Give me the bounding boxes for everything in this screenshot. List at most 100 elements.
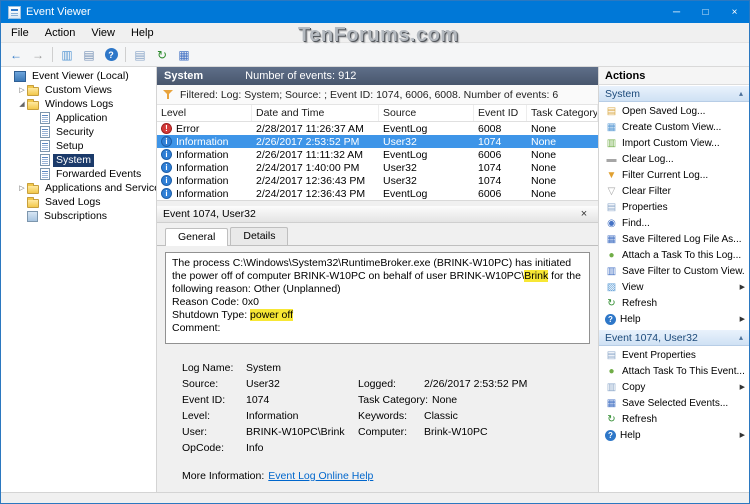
tree-item-label: Application <box>56 111 108 124</box>
tree-item-system[interactable]: System <box>1 153 156 167</box>
action-filter-current-log[interactable]: ▼ Filter Current Log... <box>599 167 749 183</box>
help-icon[interactable]: ? <box>100 45 122 65</box>
menu-file[interactable]: File <box>3 25 37 41</box>
actions-section-header-system[interactable]: System ▴ <box>599 85 749 102</box>
action-clear-log[interactable]: ▬ Clear Log... <box>599 151 749 167</box>
action-save-filtered-log-file-as[interactable]: ▦ Save Filtered Log File As... <box>599 231 749 247</box>
column-header-task-category[interactable]: Task Category <box>527 105 598 121</box>
action-copy[interactable]: ▥ Copy ▶ <box>599 379 749 395</box>
window-title: Event Viewer <box>26 6 91 18</box>
close-button[interactable]: × <box>720 1 749 23</box>
refresh-icon: ↻ <box>607 413 616 425</box>
action-refresh[interactable]: ↻ Refresh <box>599 411 749 427</box>
clear-filter-icon: ▽ <box>607 185 616 197</box>
tree-item-event-viewer-local[interactable]: Event Viewer (Local) <box>1 69 156 83</box>
action-find[interactable]: ◉ Find... <box>599 215 749 231</box>
tree-expander-icon[interactable]: ▷ <box>17 184 27 192</box>
action-attach-a-task-to-this-log[interactable]: ● Attach a Task To this Log... <box>599 247 749 263</box>
tree-item-security[interactable]: Security <box>1 125 156 139</box>
refresh-icon[interactable]: ↻ <box>151 45 173 65</box>
status-bar <box>1 492 749 503</box>
tree-item-custom-views[interactable]: ▷ Custom Views <box>1 83 156 97</box>
tree-item-subscriptions[interactable]: Subscriptions <box>1 209 156 223</box>
action-event-properties[interactable]: ▤ Event Properties <box>599 347 749 363</box>
column-header-date-and-time[interactable]: Date and Time <box>252 105 379 121</box>
log-icon <box>40 112 50 124</box>
collapse-icon[interactable]: ▴ <box>739 333 743 342</box>
action-create-custom-view[interactable]: ▦ Create Custom View... <box>599 119 749 135</box>
search-highlight: Brink <box>524 270 549 282</box>
field-label: Level: <box>182 410 211 422</box>
tree-item-saved-logs[interactable]: Saved Logs <box>1 195 156 209</box>
event-row[interactable]: i Information 2/26/2017 11:11:32 AM EventLo… <box>157 148 598 161</box>
forward-icon[interactable]: → <box>27 45 49 65</box>
tab-general[interactable]: General <box>165 228 229 246</box>
preview-pane: Event 1074, User32 × General Details The … <box>157 206 598 492</box>
event-row[interactable]: i Information 2/24/2017 12:36:43 PM EventLo… <box>157 187 598 200</box>
tab-details[interactable]: Details <box>230 227 289 245</box>
detail-field-row: Source: User32 Logged: 2/26/2017 2:53:52 PM <box>182 376 590 392</box>
main-area: Event Viewer (Local) ▷ Custom Views ◢ Window… <box>1 67 749 492</box>
console-tree: Event Viewer (Local) ▷ Custom Views ◢ Window… <box>1 67 157 492</box>
menu-view[interactable]: View <box>83 25 123 41</box>
collapse-icon[interactable]: ▴ <box>739 89 743 98</box>
detail-field-row: More Information: Event Log Online Help <box>182 468 590 484</box>
show-console-tree-icon[interactable]: ▥ <box>56 45 78 65</box>
table-header: Level Date and Time Source Event ID Task Cat… <box>157 105 598 122</box>
app-icon[interactable] <box>8 5 21 19</box>
action-save-selected-events[interactable]: ▦ Save Selected Events... <box>599 395 749 411</box>
tree-expander-icon[interactable]: ◢ <box>17 100 27 108</box>
action-save-filter-to-custom-view[interactable]: ▥ Save Filter to Custom View... <box>599 263 749 279</box>
action-open-saved-log[interactable]: ▤ Open Saved Log... <box>599 103 749 119</box>
field-value: 1074 <box>246 394 270 406</box>
event-row[interactable]: i Information 2/26/2017 2:53:52 PM User32 10… <box>157 135 598 148</box>
clear-log-icon: ▬ <box>606 153 617 165</box>
actions-section-header-event-1074-user32[interactable]: Event 1074, User32 ▴ <box>599 329 749 346</box>
field-label: Logged: <box>358 378 396 390</box>
action-import-custom-view[interactable]: ▥ Import Custom View... <box>599 135 749 151</box>
minimize-button[interactable]: ─ <box>662 1 691 23</box>
tree-item-application[interactable]: Application <box>1 111 156 125</box>
action-attach-task-to-this-event[interactable]: ● Attach Task To This Event... <box>599 363 749 379</box>
action-view[interactable]: ▨ View ▶ <box>599 279 749 295</box>
action-refresh[interactable]: ↻ Refresh <box>599 295 749 311</box>
column-header-source[interactable]: Source <box>379 105 474 121</box>
action-properties[interactable]: ▤ Properties <box>599 199 749 215</box>
tree-item-applications-and-services-logs[interactable]: ▷ Applications and Services Logs <box>1 181 156 195</box>
information-icon: i <box>161 162 172 173</box>
submenu-arrow-icon: ▶ <box>739 316 745 323</box>
export-list-icon[interactable]: ▤ <box>78 45 100 65</box>
event-log-online-help-link[interactable]: Event Log Online Help <box>268 470 373 482</box>
tree-item-label: Custom Views <box>45 83 112 96</box>
event-row[interactable]: i Information 2/24/2017 12:36:43 PM User32 1… <box>157 174 598 187</box>
field-label: OpCode: <box>182 442 225 454</box>
menu-action[interactable]: Action <box>37 25 84 41</box>
folder-icon <box>27 98 39 110</box>
detail-field-row: OpCode: Info <box>182 440 590 456</box>
tree-item-setup[interactable]: Setup <box>1 139 156 153</box>
refresh-icon: ↻ <box>607 297 616 309</box>
menu-help[interactable]: Help <box>123 25 162 41</box>
menu-bar: File Action View Help <box>1 23 749 42</box>
column-header-event-id[interactable]: Event ID <box>474 105 527 121</box>
folder-icon <box>27 84 39 96</box>
tree-expander-icon[interactable]: ▷ <box>17 86 27 94</box>
field-label: Keywords: <box>358 410 408 422</box>
event-list: ! Error 2/28/2017 11:26:37 AM EventLog 6008 N… <box>157 122 598 200</box>
save-icon[interactable]: ▦ <box>173 45 195 65</box>
find-icon: ◉ <box>607 217 616 229</box>
field-value: Brink-W10PC <box>424 426 488 438</box>
maximize-button[interactable]: □ <box>691 1 720 23</box>
column-header-level[interactable]: Level <box>157 105 252 121</box>
log-icon <box>40 126 50 138</box>
tree-item-forwarded-events[interactable]: Forwarded Events <box>1 167 156 181</box>
tree-item-windows-logs[interactable]: ◢ Windows Logs <box>1 97 156 111</box>
event-row[interactable]: ! Error 2/28/2017 11:26:37 AM EventLog 6008 N… <box>157 122 598 135</box>
event-row[interactable]: i Information 2/24/2017 1:40:00 PM User32 10… <box>157 161 598 174</box>
back-icon[interactable]: ← <box>5 45 27 65</box>
close-preview-icon[interactable]: × <box>576 208 592 220</box>
action-clear-filter[interactable]: ▽ Clear Filter <box>599 183 749 199</box>
action-help[interactable]: ? Help ▶ <box>599 311 749 327</box>
action-help[interactable]: ? Help ▶ <box>599 427 749 443</box>
properties-icon[interactable]: ▤ <box>129 45 151 65</box>
